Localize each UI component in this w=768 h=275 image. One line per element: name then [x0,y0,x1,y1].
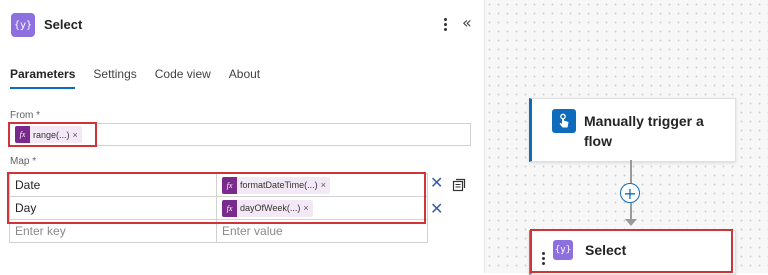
map-field-label: Map * [10,156,37,167]
tab-parameters[interactable]: Parameters [10,67,76,89]
add-step-icon[interactable]: + [620,183,640,203]
select-card-label: Select [585,242,627,258]
tab-code-view[interactable]: Code view [155,67,211,89]
fx-icon: fx [15,126,30,143]
panel-title: Select [44,17,83,32]
action-details-panel: {y} Select « Parameters Settings Code vi… [0,0,485,273]
remove-token-icon[interactable]: × [303,203,308,213]
trigger-label: Manually trigger a flow [584,113,704,149]
from-field-label: From * [10,110,40,121]
tab-about[interactable]: About [229,67,260,89]
more-options-icon[interactable] [439,14,451,34]
panel-tabs: Parameters Settings Code view About [10,67,260,91]
connector-arrow-icon [625,219,637,226]
from-input[interactable]: fx range(...) × [9,123,471,146]
delete-row-icon[interactable]: ✕ [430,173,443,192]
switch-to-text-mode-icon[interactable] [452,178,466,192]
delete-row-icon[interactable]: ✕ [430,199,443,218]
connector-line [630,203,632,219]
table-row: Date fx formatDateTime(...) × [9,173,428,197]
map-value-cell[interactable]: fx dayOfWeek(...) × [216,196,428,220]
map-table: Date fx formatDateTime(...) × Day fx day… [9,173,428,243]
expression-token[interactable]: fx range(...) × [15,126,82,143]
new-value-input[interactable]: Enter value [216,219,428,243]
remove-token-icon[interactable]: × [73,130,78,140]
select-action-card[interactable]: {y} Select [529,230,736,275]
map-key-cell[interactable]: Date [9,173,217,197]
hand-touch-icon [552,109,576,133]
select-action-icon: {y} [11,13,35,37]
drag-handle-icon[interactable] [541,252,545,268]
new-key-input[interactable]: Enter key [9,219,217,243]
select-action-icon: {y} [553,240,573,260]
collapse-panel-icon[interactable]: « [462,13,472,32]
map-key-cell[interactable]: Day [9,196,217,220]
table-row: Day fx dayOfWeek(...) × [9,196,428,220]
fx-icon: fx [222,199,237,217]
connector-line [630,160,632,183]
expression-token[interactable]: fx dayOfWeek(...) × [222,199,313,217]
table-row: Enter key Enter value [9,219,428,243]
expression-token[interactable]: fx formatDateTime(...) × [222,176,330,194]
token-label: dayOfWeek(...) [240,203,301,213]
token-label: range(...) [33,129,70,140]
tab-settings[interactable]: Settings [93,67,136,89]
fx-icon: fx [222,176,237,194]
map-value-cell[interactable]: fx formatDateTime(...) × [216,173,428,197]
remove-token-icon[interactable]: × [321,180,326,190]
trigger-card[interactable]: Manually trigger a flow [529,98,736,162]
token-label: formatDateTime(...) [240,180,318,190]
